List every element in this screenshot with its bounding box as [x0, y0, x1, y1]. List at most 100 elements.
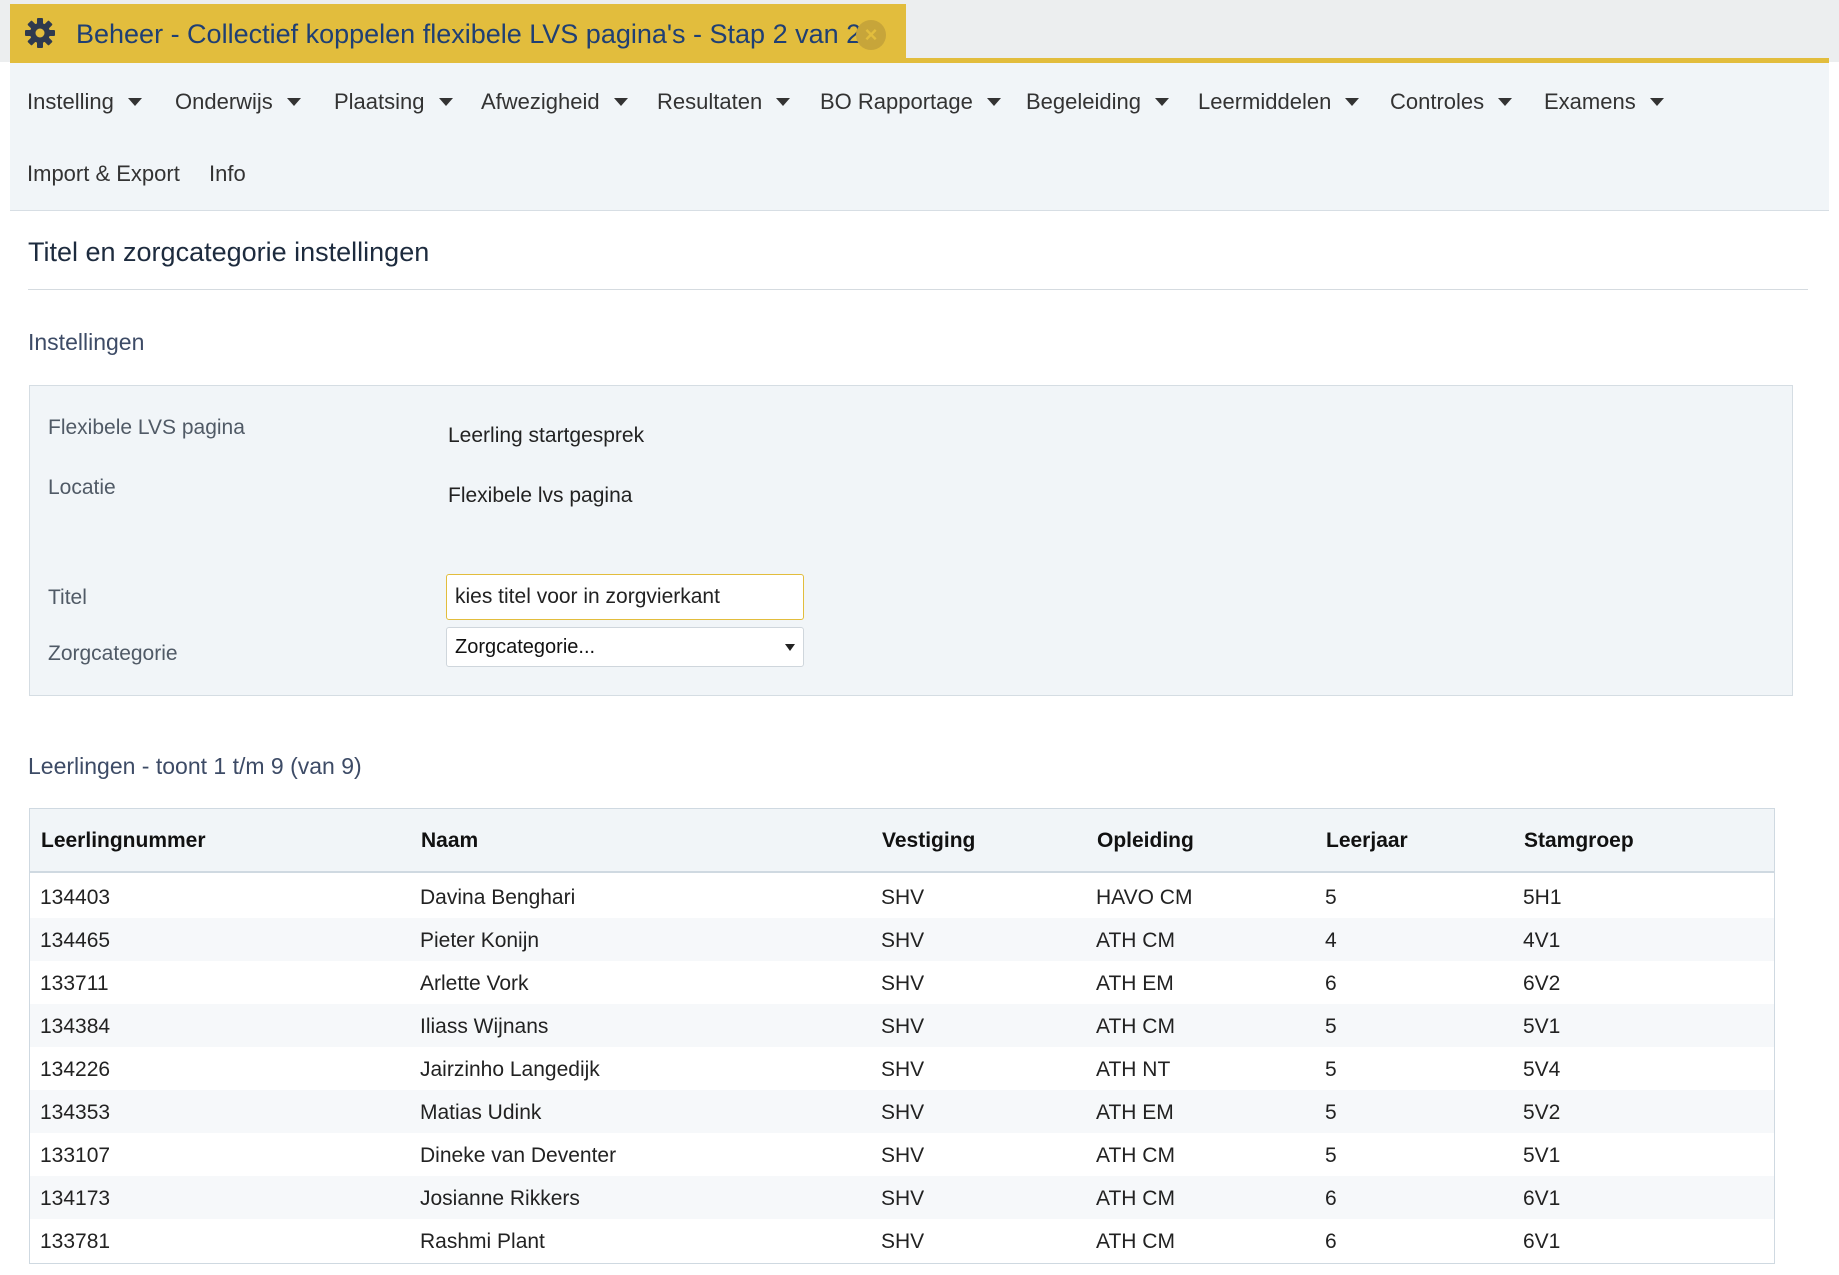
column-header-leerjaar[interactable]: Leerjaar	[1326, 829, 1408, 853]
caret-down-icon	[127, 98, 142, 106]
active-tab[interactable]: Beheer - Collectief koppelen flexibele L…	[10, 4, 906, 62]
cell-opleiding: ATH CM	[1096, 1230, 1175, 1253]
caret-down-icon	[1498, 98, 1513, 106]
cell-leerjaar: 5	[1325, 1101, 1337, 1124]
table-row[interactable]: 134403 Davina Benghari SHV HAVO CM 5 5H1	[30, 875, 1774, 918]
settings-panel: Flexibele LVS pagina Leerling startgespr…	[29, 385, 1793, 696]
menu-label: Examens	[1544, 89, 1636, 114]
cell-vestiging: SHV	[881, 1015, 925, 1038]
cell-stamgroep: 5V1	[1523, 1144, 1561, 1167]
menu-info[interactable]: Info	[209, 159, 246, 189]
caret-down-icon	[1649, 98, 1664, 106]
menu-leermiddelen[interactable]: Leermiddelen	[1198, 87, 1360, 117]
cell-leerlingnummer: 134353	[40, 1101, 111, 1124]
cell-leerjaar: 5	[1325, 1015, 1337, 1038]
column-header-opleiding[interactable]: Opleiding	[1097, 829, 1194, 853]
menu-label: Instelling	[27, 89, 114, 114]
cell-opleiding: HAVO CM	[1096, 886, 1193, 909]
menu-label: Onderwijs	[175, 89, 273, 114]
cell-leerjaar: 6	[1325, 972, 1337, 995]
cell-opleiding: ATH CM	[1096, 1144, 1175, 1167]
locatie-value: Flexibele lvs pagina	[448, 484, 633, 507]
menu-bo-rapportage[interactable]: BO Rapportage	[820, 87, 1001, 117]
close-icon[interactable]: ×	[856, 20, 886, 50]
column-header-naam[interactable]: Naam	[421, 829, 478, 853]
cell-naam: Iliass Wijnans	[420, 1015, 549, 1038]
zorgcategorie-select[interactable]: Zorgcategorie...	[446, 627, 804, 667]
menu-plaatsing[interactable]: Plaatsing	[334, 87, 453, 117]
table-row[interactable]: 133107 Dineke van Deventer SHV ATH CM 5 5V1	[30, 1133, 1774, 1176]
cell-leerjaar: 5	[1325, 1144, 1337, 1167]
flex-lvs-value: Leerling startgesprek	[448, 424, 645, 447]
cell-leerlingnummer: 134226	[40, 1058, 111, 1081]
menu-label: Controles	[1390, 89, 1485, 114]
cell-naam: Josianne Rikkers	[420, 1187, 580, 1210]
cell-stamgroep: 5V1	[1523, 1015, 1561, 1038]
settings-section-title: Instellingen	[28, 329, 145, 355]
cell-naam: Dineke van Deventer	[420, 1144, 617, 1167]
tab-title: Beheer - Collectief koppelen flexibele L…	[76, 19, 862, 49]
menu-resultaten[interactable]: Resultaten	[657, 87, 791, 117]
column-header-stamgroep[interactable]: Stamgroep	[1524, 829, 1634, 853]
cell-naam: Davina Benghari	[420, 886, 576, 909]
cell-opleiding: ATH CM	[1096, 1015, 1175, 1038]
cell-naam: Jairzinho Langedijk	[420, 1058, 600, 1081]
caret-down-icon	[286, 98, 301, 106]
cell-opleiding: ATH CM	[1096, 929, 1175, 952]
table-row[interactable]: 134226 Jairzinho Langedijk SHV ATH NT 5 5V4	[30, 1047, 1774, 1090]
menu-afwezigheid[interactable]: Afwezigheid	[481, 87, 628, 117]
tab-strip: Beheer - Collectief koppelen flexibele L…	[0, 0, 1839, 62]
cell-opleiding: ATH EM	[1096, 1101, 1174, 1124]
cell-leerlingnummer: 133107	[40, 1144, 111, 1167]
dropdown-arrow-icon	[785, 643, 795, 651]
table-row[interactable]: 134465 Pieter Konijn SHV ATH CM 4 4V1	[30, 918, 1774, 961]
locatie-label: Locatie	[48, 476, 116, 499]
cell-vestiging: SHV	[881, 1058, 925, 1081]
table-row[interactable]: 134353 Matias Udink SHV ATH EM 5 5V2	[30, 1090, 1774, 1133]
cell-opleiding: ATH NT	[1096, 1058, 1171, 1081]
main-content: Titel en zorgcategorie instellingen Inst…	[10, 211, 1829, 1275]
titel-input[interactable]	[446, 574, 804, 620]
table-row[interactable]: 133781 Rashmi Plant SHV ATH CM 6 6V1	[30, 1219, 1774, 1262]
table-row[interactable]: 134173 Josianne Rikkers SHV ATH CM 6 6V1	[30, 1176, 1774, 1219]
table-header: Leerlingnummer Naam Vestiging Opleiding …	[30, 809, 1774, 873]
cell-leerlingnummer: 134173	[40, 1187, 111, 1210]
students-table: Leerlingnummer Naam Vestiging Opleiding …	[29, 808, 1775, 1264]
menu-label: Afwezigheid	[481, 89, 600, 114]
menu-examens[interactable]: Examens	[1544, 87, 1664, 117]
students-section-title: Leerlingen - toont 1 t/m 9 (van 9)	[28, 753, 362, 779]
cell-stamgroep: 6V1	[1523, 1187, 1561, 1210]
menu-label: Begeleiding	[1026, 89, 1141, 114]
cell-stamgroep: 6V1	[1523, 1230, 1561, 1253]
cell-naam: Pieter Konijn	[420, 929, 540, 952]
cell-naam: Rashmi Plant	[420, 1230, 545, 1253]
menu-controles[interactable]: Controles	[1390, 87, 1513, 117]
caret-down-icon	[613, 98, 628, 106]
cell-leerlingnummer: 133781	[40, 1230, 111, 1253]
table-row[interactable]: 133711 Arlette Vork SHV ATH EM 6 6V2	[30, 961, 1774, 1004]
cell-vestiging: SHV	[881, 1230, 925, 1253]
gear-icon	[25, 18, 55, 48]
menu-label: Info	[209, 161, 246, 186]
cell-leerjaar: 6	[1325, 1230, 1337, 1253]
cell-vestiging: SHV	[881, 1144, 925, 1167]
cell-vestiging: SHV	[881, 972, 925, 995]
menu-label: BO Rapportage	[820, 89, 973, 114]
cell-stamgroep: 5H1	[1523, 886, 1562, 909]
menu-begeleiding[interactable]: Begeleiding	[1026, 87, 1169, 117]
column-header-vestiging[interactable]: Vestiging	[882, 829, 975, 853]
cell-leerjaar: 5	[1325, 886, 1337, 909]
caret-down-icon	[438, 98, 453, 106]
cell-leerlingnummer: 134465	[40, 929, 111, 952]
cell-leerlingnummer: 134384	[40, 1015, 111, 1038]
table-row[interactable]: 134384 Iliass Wijnans SHV ATH CM 5 5V1	[30, 1004, 1774, 1047]
column-header-leerlingnummer[interactable]: Leerlingnummer	[41, 829, 206, 853]
cell-vestiging: SHV	[881, 886, 925, 909]
menu-onderwijs[interactable]: Onderwijs	[175, 87, 301, 117]
caret-down-icon	[1345, 98, 1360, 106]
cell-vestiging: SHV	[881, 929, 925, 952]
cell-leerjaar: 4	[1325, 929, 1337, 952]
menu-label: Plaatsing	[334, 89, 425, 114]
menu-instelling[interactable]: Instelling	[27, 87, 142, 117]
menu-import-export[interactable]: Import & Export	[27, 159, 180, 189]
